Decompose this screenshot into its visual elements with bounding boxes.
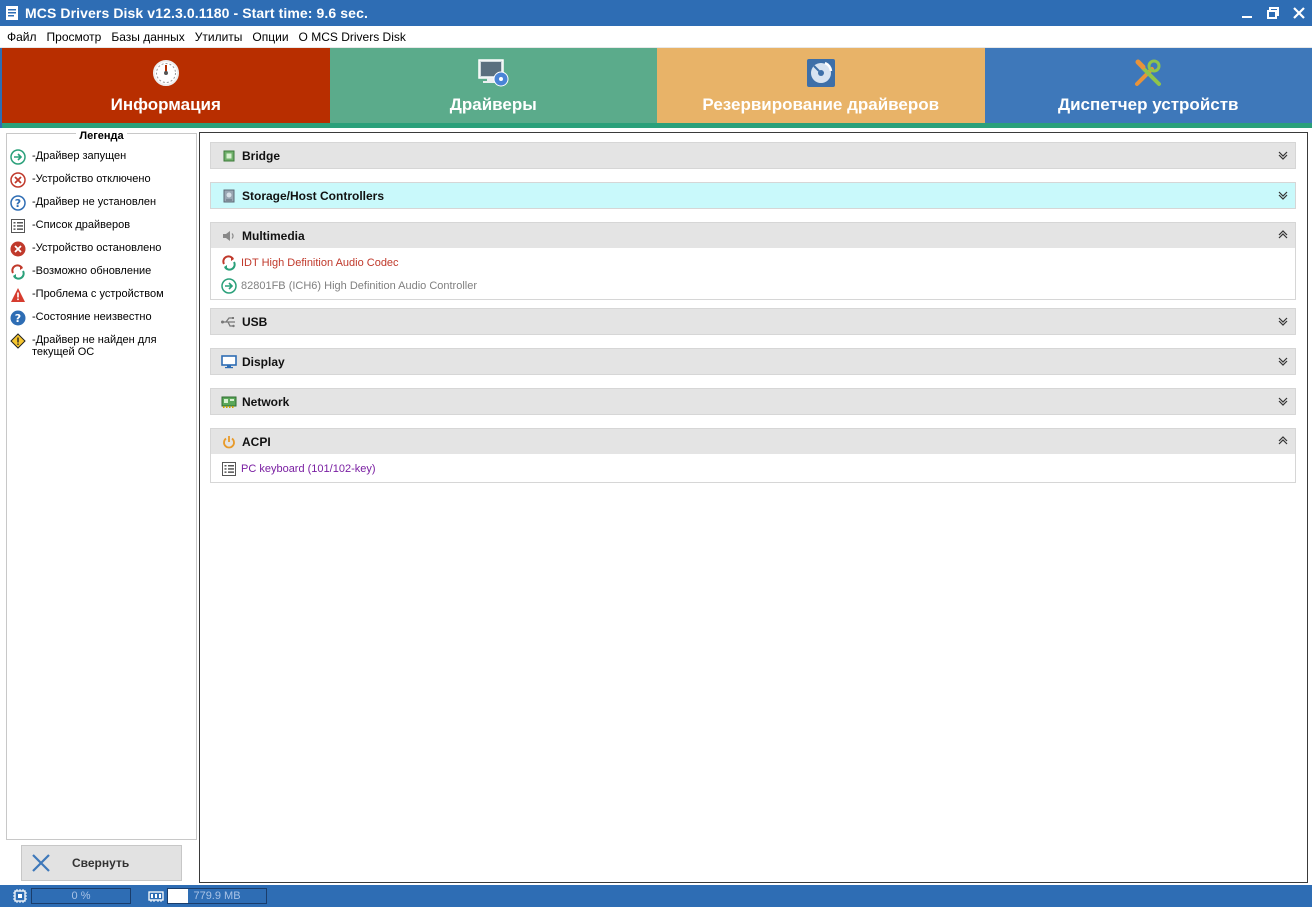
chevron-down-icon <box>1278 397 1288 406</box>
tile-driver-backup[interactable]: Резервирование драйверов <box>657 48 985 128</box>
app-icon <box>3 4 21 22</box>
storage-drive-icon <box>221 188 237 204</box>
legend-panel: Легенда -Драйвер запущен -Устройство отк… <box>6 130 197 840</box>
category-header-acpi[interactable]: ACPI <box>211 429 1295 454</box>
legend-item-update-available: -Возможно обновление <box>9 263 194 288</box>
tile-information-label: Информация <box>110 95 221 114</box>
restore-icon <box>1267 7 1279 19</box>
legend-item-driver-not-installed: ? -Драйвер не установлен <box>9 194 194 219</box>
cpu-usage-bar: 0 % <box>31 888 131 904</box>
collapse-x-icon <box>32 854 50 872</box>
menu-about[interactable]: О MCS Drivers Disk <box>294 30 411 44</box>
close-icon <box>1293 7 1305 19</box>
menu-utilities[interactable]: Утилиты <box>190 30 248 44</box>
category-storage: Storage/Host Controllers <box>210 182 1296 209</box>
legend-item-device-disabled: -Устройство отключено <box>9 171 194 196</box>
category-header-network[interactable]: Network <box>211 389 1295 414</box>
category-acpi: ACPI PC keyboard (101/102-key) <box>210 428 1296 483</box>
tile-device-manager-label: Диспетчер устройств <box>1057 95 1239 114</box>
legend-item-device-problem: -Проблема с устройством <box>9 288 194 311</box>
chip-icon <box>221 148 237 164</box>
chevron-down-icon <box>1278 317 1288 326</box>
collapse-button[interactable]: Свернуть <box>21 845 182 881</box>
tile-driver-backup-label: Резервирование драйверов <box>702 95 940 114</box>
legend-title: Легенда <box>76 130 127 142</box>
diamond-warning-icon <box>9 332 27 350</box>
window-title: MCS Drivers Disk v12.3.0.1180 - Start ti… <box>25 5 368 21</box>
power-icon <box>221 434 237 450</box>
legend-item-driver-not-found-os: -Драйвер не найден для текущей ОС <box>9 332 194 364</box>
x-circle-filled-icon <box>9 240 27 258</box>
question-circle-outline-icon: ? <box>9 194 27 212</box>
menu-options[interactable]: Опции <box>247 30 293 44</box>
cpu-usage-text: 0 % <box>71 890 91 902</box>
monitor-icon <box>221 354 237 370</box>
category-display: Display <box>210 348 1296 375</box>
restore-button[interactable] <box>1260 0 1286 26</box>
category-header-usb[interactable]: USB <box>211 309 1295 334</box>
category-multimedia: Multimedia IDT High Definition Audio Cod… <box>210 222 1296 300</box>
device-item[interactable]: IDT High Definition Audio Codec <box>211 251 1295 274</box>
device-item[interactable]: 82801FB (ICH6) High Definition Audio Con… <box>211 274 1295 297</box>
minimize-button[interactable] <box>1234 0 1260 26</box>
chevron-down-icon <box>1278 151 1288 160</box>
menu-file[interactable]: Файл <box>2 30 42 44</box>
collapse-button-label: Свернуть <box>72 856 130 870</box>
usb-icon <box>221 314 237 330</box>
legend-item-driver-list: -Список драйверов <box>9 219 194 242</box>
tile-device-manager[interactable]: Диспетчер устройств <box>984 48 1312 128</box>
close-button[interactable] <box>1286 0 1312 26</box>
arrow-right-circle-icon <box>9 148 27 166</box>
menu-bar: Файл Просмотр Базы данных Утилиты Опции … <box>0 26 1312 48</box>
chevron-up-icon <box>1278 230 1288 239</box>
svg-text:?: ? <box>15 312 21 325</box>
svg-text:?: ? <box>15 197 21 210</box>
device-list-panel: Bridge Storage/Host Controllers Multimed… <box>199 132 1308 883</box>
question-circle-filled-icon: ? <box>9 309 27 327</box>
x-circle-icon <box>9 171 27 189</box>
speaker-icon <box>221 228 237 244</box>
network-card-icon <box>221 394 237 410</box>
category-bridge: Bridge <box>210 142 1296 169</box>
refresh-icon <box>9 263 27 281</box>
legend-item-device-stopped: -Устройство остановлено <box>9 240 194 265</box>
chevron-up-icon <box>1278 436 1288 445</box>
minimize-icon <box>1242 16 1252 18</box>
arrow-right-circle-icon <box>221 277 237 294</box>
menu-databases[interactable]: Базы данных <box>106 30 189 44</box>
workspace: Легенда -Драйвер запущен -Устройство отк… <box>0 128 1312 885</box>
refresh-icon <box>221 254 237 271</box>
status-bar: 0 % 779.9 MB <box>0 885 1312 907</box>
gauge-icon <box>150 57 182 89</box>
title-bar: MCS Drivers Disk v12.3.0.1180 - Start ti… <box>0 0 1312 26</box>
monitor-disc-icon <box>477 57 509 89</box>
category-usb: USB <box>210 308 1296 335</box>
tile-drivers-label: Драйверы <box>449 95 537 114</box>
memory-usage-text: 779.9 MB <box>193 890 241 902</box>
backup-disk-icon <box>805 57 837 89</box>
cpu-icon <box>13 889 27 903</box>
tile-information[interactable]: Информация <box>0 48 330 128</box>
category-header-bridge[interactable]: Bridge <box>211 143 1295 168</box>
list-icon <box>221 461 237 477</box>
legend-item-driver-running: -Драйвер запущен <box>9 148 194 173</box>
main-tiles: Информация Драйверы Резервирование драйв… <box>0 48 1312 128</box>
tools-icon <box>1132 57 1164 89</box>
memory-icon <box>148 891 164 902</box>
category-header-multimedia[interactable]: Multimedia <box>211 223 1295 248</box>
chevron-down-icon <box>1278 191 1288 200</box>
chevron-down-icon <box>1278 357 1288 366</box>
legend-item-status-unknown: ? -Состояние неизвестно <box>9 309 194 334</box>
warning-icon <box>9 286 27 304</box>
menu-view[interactable]: Просмотр <box>42 30 107 44</box>
category-network: Network <box>210 388 1296 415</box>
category-header-storage[interactable]: Storage/Host Controllers <box>211 183 1295 208</box>
category-header-display[interactable]: Display <box>211 349 1295 374</box>
device-item[interactable]: PC keyboard (101/102-key) <box>211 457 1295 480</box>
list-icon <box>9 217 27 235</box>
tile-drivers[interactable]: Драйверы <box>329 48 657 128</box>
memory-usage-bar: 779.9 MB <box>167 888 267 904</box>
